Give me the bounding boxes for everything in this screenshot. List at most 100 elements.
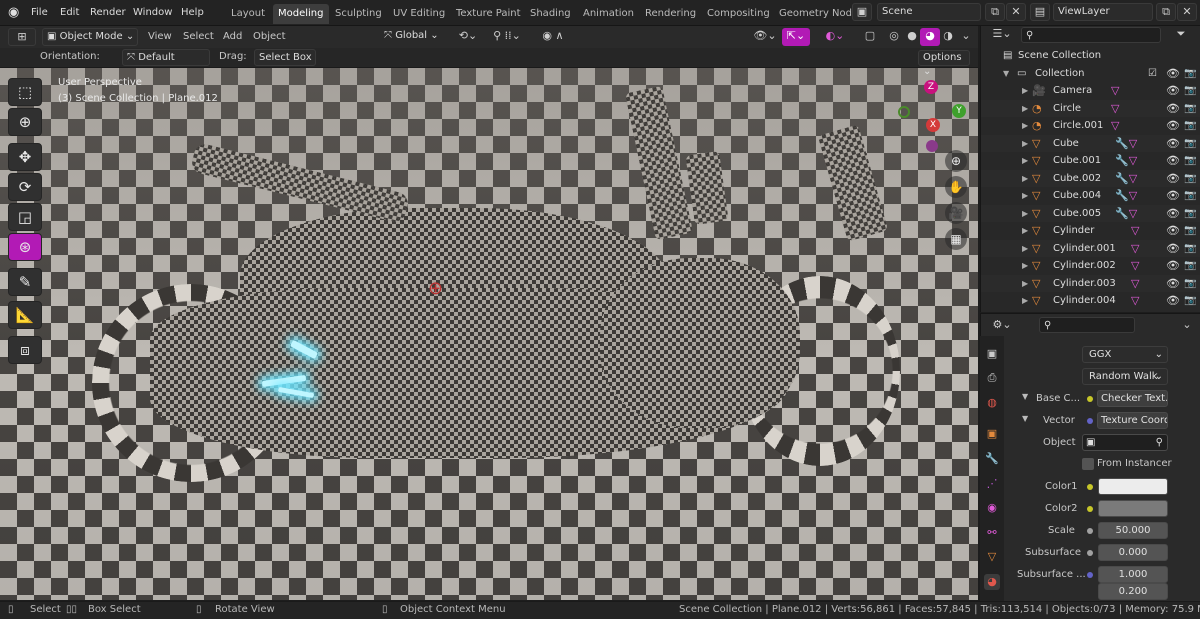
eye-icon[interactable]: 👁	[1166, 257, 1180, 274]
render-camera-icon[interactable]: 📷	[1184, 117, 1196, 134]
subsurface-socket-icon[interactable]	[1087, 550, 1093, 556]
outliner-item[interactable]: ▶ ▽ Cube 🔧▽ 👁 📷	[981, 134, 1200, 152]
render-camera-icon[interactable]: 📷	[1184, 100, 1196, 117]
color1-swatch[interactable]	[1098, 478, 1168, 495]
modifier-icon[interactable]: ▽	[1111, 117, 1119, 134]
material-tab-icon[interactable]: ◕	[984, 574, 1000, 590]
eye-icon[interactable]: 👁	[1166, 205, 1180, 222]
distribution-dropdown[interactable]: GGX ⌄	[1082, 346, 1168, 363]
outliner-item[interactable]: ▶ ▽ Cylinder.004 ▽ 👁 📷	[981, 292, 1200, 310]
gizmo-toggle-icon[interactable]: ⇱⌄	[782, 28, 810, 46]
outliner-item[interactable]: ▶ 🎥 Camera ▽ 👁 📷	[981, 82, 1200, 100]
scene-name-field[interactable]: Scene	[877, 3, 981, 21]
outliner-item[interactable]: ▶ ▽ Cylinder.001 ▽ 👁 📷	[981, 239, 1200, 257]
outliner-item[interactable]: ▶ ▽ Cylinder.003 ▽ 👁 📷	[981, 274, 1200, 292]
orientation-dropdown[interactable]: ⤧ Default	[122, 49, 210, 66]
modifier-icon[interactable]: ▽	[1131, 222, 1139, 239]
vector-expand-icon[interactable]: ▼	[1022, 414, 1028, 423]
xray-icon[interactable]: ▢	[860, 28, 880, 46]
rendered-shading-icon[interactable]: ◑	[938, 28, 958, 46]
world-tab-icon[interactable]: ◍	[984, 395, 1000, 411]
modifier-tab-icon[interactable]: 🔧	[984, 451, 1000, 467]
menu-add[interactable]: Add	[223, 31, 242, 42]
snap-icon[interactable]: ⚲ ⁞⁞⌄	[485, 28, 529, 46]
gizmo-neg-z[interactable]	[926, 140, 938, 152]
modifier-icon[interactable]: ▽	[1111, 100, 1119, 117]
gizmo-z-axis[interactable]: Z	[924, 80, 938, 94]
expand-arrow-icon[interactable]: ▶	[1022, 205, 1028, 222]
expand-arrow-icon[interactable]: ▶	[1022, 187, 1028, 204]
subsurface-radius-y-field[interactable]: 0.200	[1098, 583, 1168, 600]
modifier-icon[interactable]: 🔧▽	[1115, 170, 1137, 187]
eye-icon[interactable]: 👁	[1166, 292, 1180, 309]
outliner-item[interactable]: ▶ ▽ Cube.005 🔧▽ 👁 📷	[981, 204, 1200, 222]
modifier-icon[interactable]: ▽	[1131, 257, 1139, 274]
subsurface-radius-x-field[interactable]: 1.000	[1098, 566, 1168, 583]
wireframe-shading-icon[interactable]: ◎	[884, 28, 904, 46]
tab-geometry-nodes[interactable]: Geometry Nod	[774, 4, 857, 24]
properties-options-icon[interactable]: ⌄	[1177, 317, 1197, 335]
tab-sculpting[interactable]: Sculpting	[330, 4, 387, 24]
expand-arrow-icon[interactable]: ▶	[1022, 135, 1028, 152]
gizmo-y-axis[interactable]: Y	[952, 104, 966, 118]
render-camera-icon[interactable]: 📷	[1184, 240, 1196, 257]
tab-uv-editing[interactable]: UV Editing	[388, 4, 450, 24]
subsurface-field[interactable]: 0.000	[1098, 544, 1168, 561]
render-camera-icon[interactable]: 📷	[1184, 257, 1196, 274]
collection-expand-icon[interactable]: ▼	[1003, 65, 1009, 82]
outliner-editor-icon[interactable]: ☰⌄	[989, 26, 1015, 44]
measure-tool-icon[interactable]: 📐	[8, 301, 42, 329]
filter-icon[interactable]: ⏷	[1171, 26, 1191, 44]
subsurface-method-dropdown[interactable]: Random Walk ⌄	[1082, 368, 1168, 385]
pivot-icon[interactable]: ⟲⌄	[455, 28, 481, 46]
constraints-tab-icon[interactable]: ⚯	[984, 525, 1000, 541]
proportional-edit-icon[interactable]: ◉ ∧	[535, 28, 571, 46]
menu-file[interactable]: File	[31, 5, 48, 21]
tab-rendering[interactable]: Rendering	[640, 4, 701, 24]
viewlayer-browse-icon[interactable]: ▤	[1030, 3, 1050, 21]
expand-arrow-icon[interactable]: ▶	[1022, 222, 1028, 239]
tab-shading[interactable]: Shading	[525, 4, 576, 24]
drag-dropdown[interactable]: Select Box	[254, 49, 316, 66]
collection-eye-icon[interactable]: 👁	[1166, 65, 1180, 82]
base-color-link[interactable]: Checker Text...	[1097, 390, 1168, 407]
eye-icon[interactable]: 👁	[1166, 152, 1180, 169]
color1-socket-icon[interactable]	[1087, 484, 1093, 490]
menu-select[interactable]: Select	[183, 31, 214, 42]
eye-icon[interactable]: 👁	[1166, 187, 1180, 204]
eye-icon[interactable]: 👁	[1166, 117, 1180, 134]
menu-view[interactable]: View	[148, 31, 172, 42]
vector-link[interactable]: Texture Coord...	[1097, 412, 1168, 429]
delete-viewlayer-icon[interactable]: ✕	[1177, 3, 1197, 21]
annotate-tool-icon[interactable]: ✎	[8, 268, 42, 296]
output-tab-icon[interactable]: ⎙	[984, 370, 1000, 386]
data-tab-icon[interactable]: ▽	[984, 549, 1000, 565]
base-color-expand-icon[interactable]: ▼	[1022, 392, 1028, 401]
expand-arrow-icon[interactable]: ▶	[1022, 275, 1028, 292]
render-camera-icon[interactable]: 📷	[1184, 205, 1196, 222]
collection-camera-icon[interactable]: 📷	[1184, 65, 1196, 82]
pan-hand-icon[interactable]: ✋	[945, 176, 967, 198]
menu-help[interactable]: Help	[181, 5, 204, 21]
eye-icon[interactable]: 👁	[1166, 170, 1180, 187]
tab-texture-paint[interactable]: Texture Paint	[451, 4, 526, 24]
from-instancer-checkbox[interactable]	[1082, 458, 1094, 470]
eye-icon[interactable]: 👁	[1166, 82, 1180, 99]
viewlayer-name-field[interactable]: ViewLayer	[1053, 3, 1153, 21]
render-camera-icon[interactable]: 📷	[1184, 292, 1196, 309]
menu-window[interactable]: Window	[133, 5, 172, 21]
scale-socket-icon[interactable]	[1087, 528, 1093, 534]
new-scene-icon[interactable]: ⧉	[985, 3, 1005, 21]
expand-arrow-icon[interactable]: ▶	[1022, 100, 1028, 117]
3d-viewport[interactable]: ⊕ Z Y X ⊕ ✋ 🎥 ▦	[0, 68, 978, 600]
mode-dropdown[interactable]: ▣ Object Mode ⌄	[42, 28, 138, 46]
tab-modeling[interactable]: Modeling	[273, 4, 329, 24]
expand-arrow-icon[interactable]: ▶	[1022, 117, 1028, 134]
tab-compositing[interactable]: Compositing	[702, 4, 775, 24]
color-socket-icon[interactable]	[1087, 396, 1093, 402]
3d-cursor-icon[interactable]: ⊕	[428, 278, 443, 299]
modifier-icon[interactable]: ▽	[1131, 275, 1139, 292]
outliner-search-input[interactable]: ⚲	[1021, 27, 1161, 43]
object-picker-field[interactable]: ▣ ⚲	[1082, 434, 1168, 451]
render-camera-icon[interactable]: 📷	[1184, 170, 1196, 187]
